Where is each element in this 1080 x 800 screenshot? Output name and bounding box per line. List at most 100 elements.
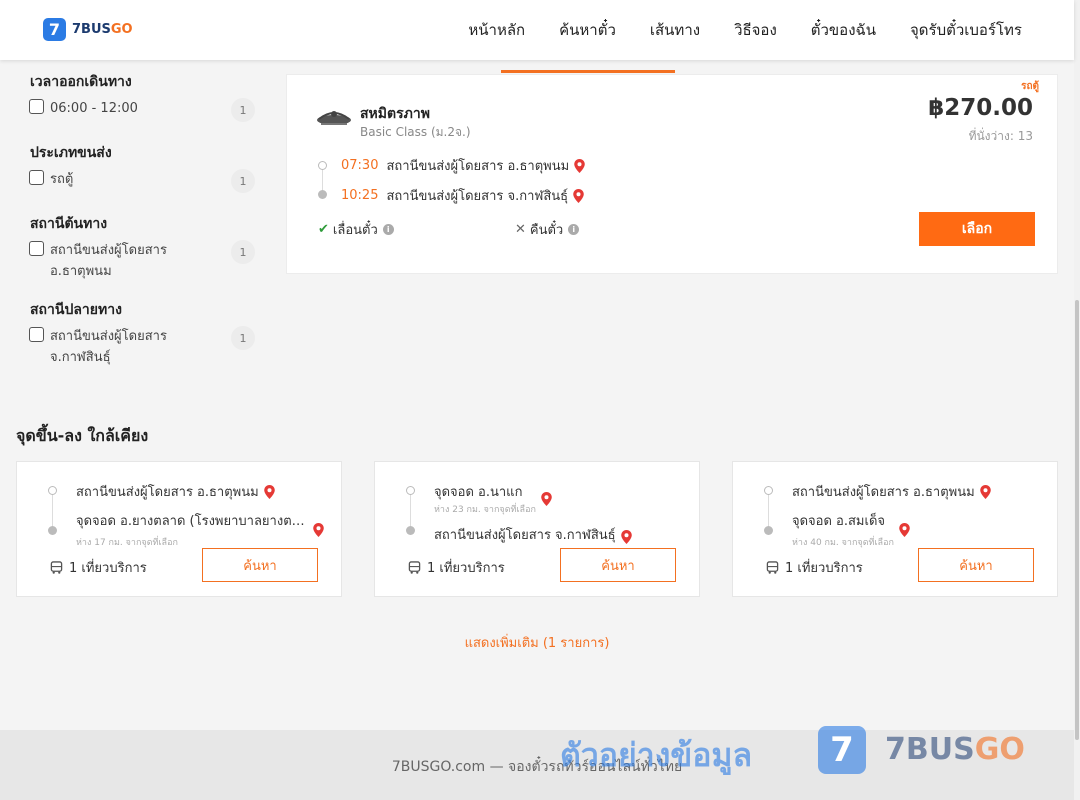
nearby-trips-label: 1 เที่ยวบริการ	[785, 561, 863, 576]
departure-dot-icon	[318, 161, 327, 170]
nearby-to-station: จุดจอด อ.สมเด็จ	[792, 514, 886, 529]
nearby-trips: 1 เที่ยวบริการ	[766, 557, 863, 578]
watermark-logo-icon: 7	[818, 726, 866, 774]
nav-search-ticket[interactable]: ค้นหาตั๋ว	[559, 18, 616, 42]
nearby-from-station: สถานีขนส่งผู้โดยสาร อ.ธาตุพนม	[76, 485, 259, 500]
departure-row: 07:30 สถานีขนส่งผู้โดยสาร อ.ธาตุพนม	[341, 155, 585, 176]
bus-icon	[50, 561, 63, 574]
route-line	[768, 492, 769, 530]
top-header: 7 7BUSGO หน้าหลัก ค้นหาตั๋ว เส้นทาง วิธี…	[0, 0, 1074, 60]
to-dot-icon	[764, 526, 773, 535]
nearby-to: จุดจอด อ.สมเด็จห่าง 40 กม. จากจุดที่เลือ…	[792, 510, 910, 549]
filter-option-destination[interactable]: สถานีขนส่งผู้โดยสาร จ.กาฬสินธุ์ 1	[29, 326, 255, 368]
arrival-station: สถานีขนส่งผู้โดยสาร จ.กาฬสินธุ์	[386, 189, 569, 204]
nearby-from: จุดจอด อ.นาแกห่าง 23 กม. จากจุดที่เลือก	[434, 481, 552, 516]
filter-option-departure-time[interactable]: 06:00 - 12:00 1	[29, 98, 255, 122]
nav-routes[interactable]: เส้นทาง	[650, 18, 700, 42]
checkbox-icon[interactable]	[29, 170, 44, 185]
from-dot-icon	[764, 486, 773, 495]
ticket-price: ฿270.00	[928, 95, 1033, 121]
nav-ticket-pickup[interactable]: จุดรับตั๋วเบอร์โทร	[910, 18, 1022, 42]
refund-label: คืนตั๋ว	[529, 223, 564, 238]
departure-time: 07:30	[341, 158, 379, 173]
logo-icon: 7	[43, 18, 66, 41]
nearby-search-button[interactable]: ค้นหา	[202, 548, 318, 582]
filter-title-departure-time: เวลาออกเดินทาง	[30, 74, 132, 90]
cross-icon: ✕	[515, 222, 526, 237]
seats-available: ที่นั่งว่าง: 13	[968, 129, 1033, 143]
active-tab-indicator	[501, 70, 675, 73]
from-dot-icon	[406, 486, 415, 495]
filter-title-origin: สถานีต้นทาง	[30, 216, 108, 232]
nearby-to: จุดจอด อ.ยางตลาด (โรงพยาบาลยางตลาด) ห่าง …	[76, 510, 324, 549]
nearby-to-station: สถานีขนส่งผู้โดยสาร จ.กาฬสินธุ์	[434, 528, 616, 543]
select-trip-button[interactable]: เลือก	[919, 212, 1035, 246]
nearby-to: สถานีขนส่งผู้โดยสาร จ.กาฬสินธุ์	[434, 524, 632, 549]
page-scrollbar[interactable]	[1074, 0, 1080, 800]
filter-option-label: รถตู้	[50, 172, 74, 187]
nearby-card: สถานีขนส่งผู้โดยสาร อ.ธาตุพนมจุดจอด อ.สม…	[732, 461, 1058, 597]
watermark-text: ตัวอย่างข้อมูล	[560, 736, 753, 774]
filter-option-label: 06:00 - 12:00	[50, 101, 138, 116]
checkbox-icon[interactable]	[29, 99, 44, 114]
bus-icon	[766, 561, 779, 574]
nearby-from-station: จุดจอด อ.นาแก	[434, 485, 523, 500]
nav-how-to-book[interactable]: วิธีจอง	[734, 18, 777, 42]
site-logo[interactable]: 7 7BUSGO	[43, 18, 133, 41]
reschedule-label: เลื่อนตั๋ว	[332, 223, 378, 238]
bus-icon	[408, 561, 421, 574]
nearby-from: สถานีขนส่งผู้โดยสาร อ.ธาตุพนม	[792, 481, 991, 502]
nearby-trips: 1 เที่ยวบริการ	[408, 557, 505, 578]
to-dot-icon	[406, 526, 415, 535]
from-dot-icon	[48, 486, 57, 495]
nav-my-tickets[interactable]: ตั๋วของฉัน	[811, 18, 876, 42]
route-line	[410, 492, 411, 530]
filter-title-destination: สถานีปลายทาง	[30, 302, 122, 318]
pin-icon[interactable]	[263, 484, 275, 499]
nearby-to-distance: ห่าง 40 กม. จากจุดที่เลือก	[792, 538, 894, 548]
departure-station: สถานีขนส่งผู้โดยสาร อ.ธาตุพนม	[386, 159, 570, 174]
filter-count-badge: 1	[231, 98, 255, 122]
nearby-to-station: จุดจอด อ.ยางตลาด (โรงพยาบาลยางตลาด)	[76, 514, 308, 529]
filter-count-badge: 1	[231, 169, 255, 193]
filter-option-label: สถานีขนส่งผู้โดยสาร จ.กาฬสินธุ์	[50, 329, 167, 365]
filter-count-badge: 1	[231, 240, 255, 264]
pin-icon[interactable]	[620, 529, 632, 544]
refund-policy: ✕ คืนตั๋ว i	[515, 219, 580, 240]
nearby-search-button[interactable]: ค้นหา	[918, 548, 1034, 582]
scroll-thumb[interactable]	[1075, 300, 1079, 740]
nearby-card: สถานีขนส่งผู้โดยสาร อ.ธาตุพนมจุดจอด อ.ยา…	[16, 461, 342, 597]
pin-icon[interactable]	[541, 491, 552, 506]
checkbox-icon[interactable]	[29, 327, 44, 342]
pin-icon[interactable]	[979, 484, 991, 499]
filter-option-origin[interactable]: สถานีขนส่งผู้โดยสาร อ.ธาตุพนม 1	[29, 240, 255, 282]
reschedule-policy: ✔ เลื่อนตั๋ว i	[318, 219, 394, 240]
vehicle-type-badge: รถตู้	[1021, 81, 1039, 92]
info-icon[interactable]: i	[382, 224, 394, 235]
watermark-brand: 7BUSGO	[885, 732, 1025, 767]
operator-logo-icon	[317, 111, 351, 125]
filter-option-transport-type[interactable]: รถตู้ 1	[29, 169, 255, 193]
nav-home[interactable]: หน้าหลัก	[468, 18, 525, 42]
filter-option-label: สถานีขนส่งผู้โดยสาร อ.ธาตุพนม	[50, 243, 167, 279]
info-icon[interactable]: i	[568, 224, 580, 235]
nearby-from-distance: ห่าง 23 กม. จากจุดที่เลือก	[434, 505, 536, 515]
arrival-time: 10:25	[341, 188, 379, 203]
nearby-from: สถานีขนส่งผู้โดยสาร อ.ธาตุพนม	[76, 481, 275, 502]
pin-icon[interactable]	[574, 158, 585, 173]
nearby-to-distance: ห่าง 17 กม. จากจุดที่เลือก	[76, 538, 178, 548]
nearby-card: จุดจอด อ.นาแกห่าง 23 กม. จากจุดที่เลือกส…	[374, 461, 700, 597]
pin-icon[interactable]	[313, 522, 324, 537]
filter-title-transport-type: ประเภทขนส่ง	[30, 145, 112, 161]
nearby-search-button[interactable]: ค้นหา	[560, 548, 676, 582]
check-icon: ✔	[318, 222, 329, 237]
nearby-title: จุดขึ้น-ลง ใกล้เคียง	[16, 426, 149, 445]
filter-count-badge: 1	[231, 326, 255, 350]
nearby-trips-label: 1 เที่ยวบริการ	[69, 561, 147, 576]
show-more-link[interactable]: แสดงเพิ่มเติม (1 รายการ)	[0, 632, 1074, 653]
operator-name: สหมิตรภาพ	[360, 106, 430, 122]
pin-icon[interactable]	[573, 188, 584, 203]
service-class: Basic Class (ม.2จ.)	[360, 125, 471, 139]
checkbox-icon[interactable]	[29, 241, 44, 256]
pin-icon[interactable]	[899, 522, 910, 537]
